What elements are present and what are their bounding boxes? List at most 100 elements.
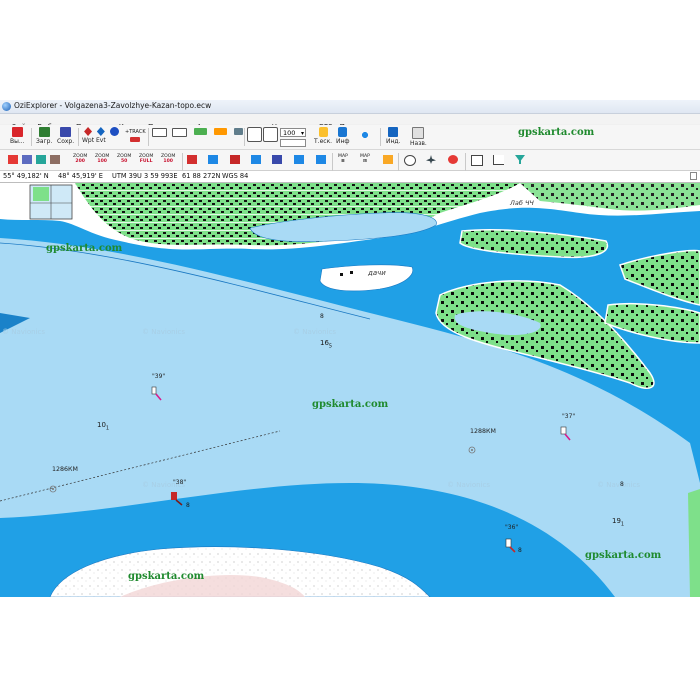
toolbar-separator bbox=[380, 128, 381, 146]
track-control-button[interactable]: Т.еск. bbox=[314, 127, 332, 145]
status-utm-zone: UTM 39U bbox=[112, 172, 142, 180]
place-label-dachi: дачи bbox=[368, 269, 386, 277]
select-tool-button[interactable] bbox=[263, 127, 278, 142]
toolbar-separator bbox=[148, 128, 149, 146]
km-marker bbox=[52, 488, 54, 490]
info-icon bbox=[338, 127, 348, 137]
index-icon bbox=[388, 127, 399, 137]
map-list-button[interactable]: MAP ≡ bbox=[338, 154, 348, 164]
nav-icon[interactable] bbox=[251, 155, 261, 164]
lock-icon bbox=[318, 127, 328, 137]
zoom-level-select[interactable]: 100 bbox=[280, 128, 306, 138]
chart-icon[interactable] bbox=[493, 155, 504, 165]
stop-icon[interactable] bbox=[8, 155, 18, 164]
depth-sounding: 8 bbox=[186, 502, 190, 509]
title-bar: OziExplorer - Volgazena3-Zavolzhye-Kazan… bbox=[0, 100, 700, 114]
map-tool-2-button[interactable] bbox=[172, 128, 187, 137]
name-button[interactable]: Назв. bbox=[410, 127, 427, 147]
inset-land bbox=[33, 187, 49, 201]
nav-icon[interactable] bbox=[208, 155, 218, 164]
cancel-icon[interactable] bbox=[448, 155, 458, 164]
distance-label: 1288КМ bbox=[470, 428, 496, 435]
status-datum: WGS 84 bbox=[222, 172, 249, 180]
map-tool-5-button[interactable] bbox=[234, 128, 243, 135]
depth-sounding: 8 bbox=[620, 481, 624, 488]
map-grid-button[interactable]: MAP ⊞ bbox=[360, 154, 370, 164]
map-tool-1-button[interactable] bbox=[152, 128, 167, 137]
track-button[interactable]: +TRACK bbox=[125, 128, 146, 142]
brand-watermark-toolbar: gpskarta.com bbox=[518, 127, 595, 138]
map-tool-3-button[interactable] bbox=[194, 128, 207, 135]
waypoint-button[interactable]: Wpt bbox=[82, 127, 94, 144]
toolbar-separator bbox=[78, 128, 79, 146]
filter-icon[interactable] bbox=[515, 155, 525, 164]
depth-sounding: 8 bbox=[518, 547, 522, 554]
brand-watermark: gpskarta.com bbox=[128, 571, 205, 582]
gps-icon[interactable] bbox=[36, 155, 46, 164]
map-view[interactable]: gpskarta.com gpskarta.com gpskarta.com g… bbox=[0, 183, 700, 597]
info-button[interactable]: Инф bbox=[336, 127, 350, 145]
move-arrows-icon bbox=[358, 128, 372, 142]
load-button[interactable]: Загр. bbox=[36, 127, 52, 145]
nav-icon[interactable] bbox=[316, 155, 326, 164]
brand-watermark: gpskarta.com bbox=[312, 399, 389, 410]
zoom-100-button[interactable]: ZOOM 100 bbox=[95, 154, 109, 164]
brand-watermark: gpskarta.com bbox=[46, 243, 123, 254]
house-mark bbox=[340, 273, 343, 276]
anchor-icon[interactable] bbox=[426, 155, 436, 164]
depth-sounding: 165 bbox=[320, 339, 333, 350]
save-icon bbox=[60, 127, 72, 137]
buoy-label-39: "39" bbox=[152, 373, 166, 380]
magnifier-icon bbox=[247, 127, 262, 142]
toolbar-separator bbox=[182, 153, 183, 171]
place-label-north: Лаб ЧЧ bbox=[510, 199, 534, 207]
target-icon[interactable] bbox=[404, 155, 416, 166]
zoom-200-button[interactable]: ZOOM 200 bbox=[73, 154, 87, 164]
route-button[interactable] bbox=[110, 127, 119, 136]
buoy-label-37: "37" bbox=[562, 413, 576, 420]
pencil-icon[interactable] bbox=[383, 155, 393, 164]
grid-icon[interactable] bbox=[471, 155, 483, 166]
zoom-secondary-select[interactable] bbox=[280, 139, 306, 147]
zoom-full-button[interactable]: ZOOM FULL bbox=[139, 154, 153, 164]
toolbar-separator bbox=[398, 153, 399, 171]
exit-icon bbox=[11, 127, 23, 137]
nav-icon[interactable] bbox=[230, 155, 240, 164]
map-tool-4-button[interactable] bbox=[214, 128, 227, 135]
gps-icon[interactable] bbox=[50, 155, 60, 164]
status-easting: 3 59 993E bbox=[144, 172, 178, 180]
route-icon bbox=[110, 127, 119, 136]
select-window-icon bbox=[263, 127, 278, 142]
move-map-button[interactable] bbox=[358, 128, 372, 142]
status-scroll-button[interactable] bbox=[690, 172, 697, 180]
map-tool-icon bbox=[172, 128, 187, 137]
depth-sounding: 191 bbox=[612, 517, 625, 528]
index-button[interactable]: Инд. bbox=[386, 127, 400, 145]
name-icon bbox=[412, 127, 425, 139]
event-button[interactable]: Evt bbox=[96, 127, 106, 144]
menu-bar: ФайлВыбратьПросмотрКартаПараметрыАдаптив… bbox=[0, 114, 700, 131]
zoom-50-button[interactable]: ZOOM 50 bbox=[117, 154, 131, 164]
nav-icon[interactable] bbox=[187, 155, 197, 164]
gps-icon[interactable] bbox=[22, 155, 32, 164]
map-tool-icon bbox=[234, 128, 243, 135]
save-button[interactable]: Сохр. bbox=[57, 127, 74, 145]
map-tool-icon bbox=[194, 128, 207, 135]
window-title: OziExplorer - Volgazena3-Zavolzhye-Kazan… bbox=[14, 101, 212, 110]
zoom-tool-button[interactable] bbox=[247, 127, 262, 142]
land-east-edge bbox=[688, 489, 700, 597]
brand-watermark: gpskarta.com bbox=[585, 550, 662, 561]
zoom-100b-button[interactable]: ZOOM 100 bbox=[161, 154, 175, 164]
faint-watermark: © Navionics bbox=[293, 328, 336, 336]
toolbar-separator bbox=[31, 128, 32, 146]
depth-sounding: 8 bbox=[320, 313, 324, 320]
nav-icon[interactable] bbox=[272, 155, 282, 164]
toolbar-secondary: ZOOM 200 ZOOM 100 ZOOM 50 ZOOM FULL ZOOM 100 … bbox=[0, 150, 700, 171]
toolbar-separator bbox=[465, 153, 466, 171]
track-icon bbox=[130, 137, 141, 142]
exit-button[interactable]: Вы... bbox=[10, 127, 25, 145]
status-northing: 61 88 272N bbox=[182, 172, 221, 180]
toolbar-separator bbox=[244, 128, 245, 146]
faint-watermark: © Navionics bbox=[597, 481, 640, 489]
nav-icon[interactable] bbox=[294, 155, 304, 164]
